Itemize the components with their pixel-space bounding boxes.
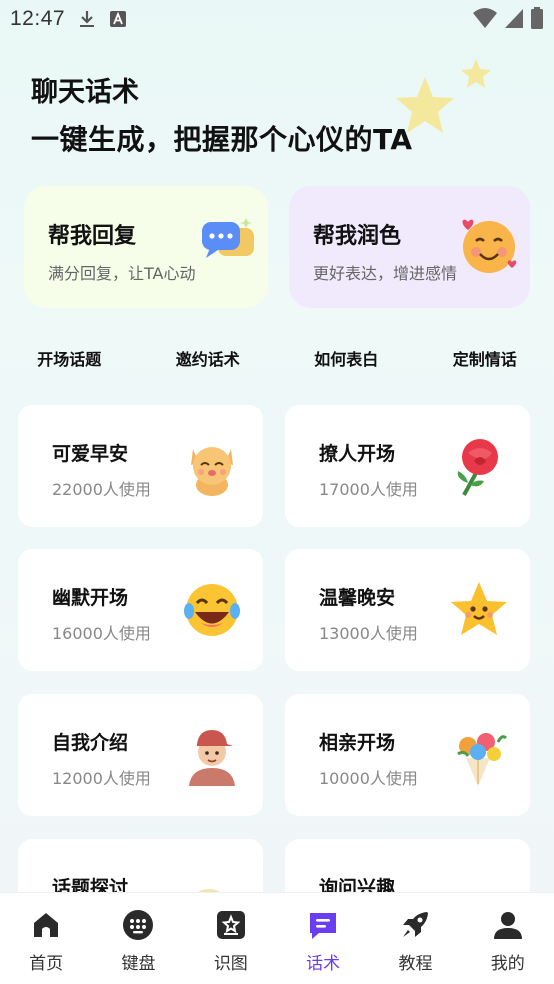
- love-face-icon: [462, 219, 517, 273]
- laughing-face-icon: [184, 584, 240, 636]
- image-recognize-icon: [216, 911, 245, 939]
- status-time: 12:47: [10, 7, 66, 30]
- topic-card[interactable]: 幽默开场 16000人使用: [18, 549, 263, 671]
- download-icon: [80, 11, 95, 27]
- topic-card[interactable]: 相亲开场 10000人使用: [285, 694, 530, 816]
- chat-script-icon: [310, 913, 337, 939]
- tab-custom-love-words[interactable]: 定制情话: [416, 346, 554, 370]
- bottom-nav: 首页 键盘 识图 话术 教程 我的: [0, 892, 554, 984]
- nav-label: 话术: [306, 954, 341, 974]
- topic-card[interactable]: 可爱早安 22000人使用: [18, 405, 263, 527]
- rocket-icon: [403, 912, 429, 937]
- page-title: 聊天话术: [31, 77, 139, 108]
- category-tabs: 开场话题 邀约话术 如何表白 定制情话: [0, 346, 554, 370]
- reply-helper-card[interactable]: 帮我回复 满分回复，让TA心动: [24, 186, 268, 308]
- bouquet-icon: [457, 733, 508, 786]
- nav-label: 首页: [29, 954, 64, 974]
- topic-card[interactable]: 自我介绍 12000人使用: [18, 694, 263, 816]
- tab-confession[interactable]: 如何表白: [277, 346, 416, 370]
- nav-label: 教程: [398, 954, 433, 974]
- keyboard-icon: [123, 910, 154, 940]
- signal-icon: [505, 9, 523, 28]
- tab-opening-topics[interactable]: 开场话题: [0, 346, 139, 370]
- rose-icon: [457, 439, 498, 496]
- battery-icon: [531, 7, 543, 29]
- nav-image-recognize[interactable]: 识图: [185, 893, 277, 984]
- nav-home[interactable]: 首页: [0, 893, 92, 984]
- home-icon: [34, 913, 59, 937]
- status-bar: 12:47: [0, 0, 554, 38]
- wifi-icon: [473, 8, 497, 28]
- nav-label: 我的: [490, 954, 525, 974]
- nav-label: 识图: [213, 954, 248, 974]
- topic-card[interactable]: 撩人开场 17000人使用: [285, 405, 530, 527]
- star-face-icon: [451, 582, 507, 635]
- stars-decoration-icon: [396, 59, 491, 133]
- tab-invitation-scripts[interactable]: 邀约话术: [139, 346, 278, 370]
- page-subtitle: 一键生成，把握那个心仪的TA: [31, 123, 413, 156]
- app-notification-icon: [110, 11, 127, 27]
- person-avatar-icon: [189, 730, 235, 786]
- nav-profile[interactable]: 我的: [462, 893, 554, 984]
- polish-helper-card[interactable]: 帮我润色 更好表达，增进感情: [289, 186, 530, 308]
- topic-card[interactable]: 温馨晚安 13000人使用: [285, 549, 530, 671]
- nav-chat-script[interactable]: 话术: [277, 893, 369, 984]
- nav-label: 键盘: [121, 954, 156, 974]
- profile-icon: [493, 912, 522, 939]
- nav-tutorial[interactable]: 教程: [369, 893, 461, 984]
- chat-bubbles-icon: [202, 218, 254, 258]
- cat-icon: [191, 447, 233, 496]
- nav-keyboard[interactable]: 键盘: [92, 893, 184, 984]
